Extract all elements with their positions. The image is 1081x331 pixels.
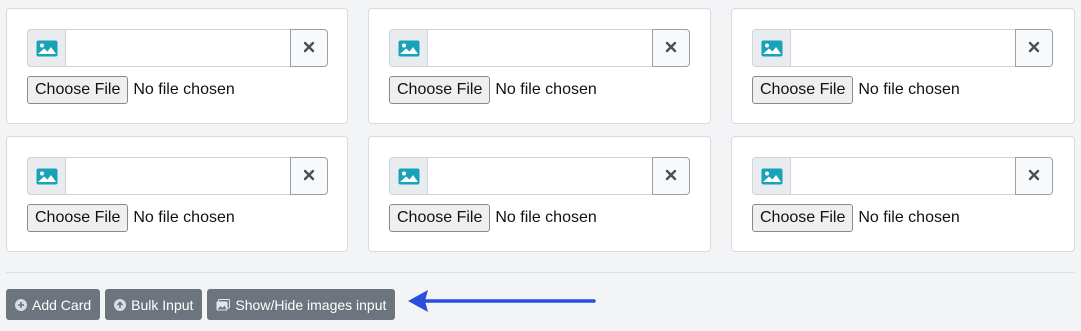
add-card-button[interactable]: Add Card — [6, 289, 101, 320]
add-card-label: Add Card — [32, 296, 92, 313]
arrow-left-icon — [408, 290, 596, 312]
file-input: Choose File No file chosen — [752, 204, 960, 232]
file-status-text: No file chosen — [858, 81, 960, 98]
image-card: Choose File No file chosen — [368, 8, 711, 124]
file-input: Choose File No file chosen — [752, 76, 960, 104]
show-hide-images-label: Show/Hide images input — [235, 296, 387, 313]
choose-file-button[interactable]: Choose File — [389, 76, 491, 104]
choose-file-button[interactable]: Choose File — [27, 76, 129, 104]
close-icon — [1028, 169, 1040, 184]
close-icon — [303, 169, 315, 184]
divider — [6, 272, 1075, 273]
image-url-input[interactable] — [790, 157, 1015, 195]
file-input: Choose File No file chosen — [27, 76, 235, 104]
card-grid: Choose File No file chosen Choose File N… — [6, 8, 1075, 252]
image-card: Choose File No file chosen — [6, 136, 348, 252]
image-url-group — [27, 29, 328, 67]
close-icon — [303, 41, 315, 56]
image-card: Choose File No file chosen — [368, 136, 711, 252]
file-status-text: No file chosen — [858, 209, 960, 226]
image-url-input[interactable] — [427, 157, 652, 195]
clear-button[interactable] — [1015, 29, 1053, 67]
image-url-group — [27, 157, 328, 195]
clear-button[interactable] — [290, 29, 328, 67]
bulk-input-button[interactable]: Bulk Input — [105, 289, 203, 320]
image-url-input[interactable] — [65, 157, 290, 195]
file-input: Choose File No file chosen — [389, 76, 597, 104]
image-icon — [389, 157, 427, 195]
file-status-text: No file chosen — [495, 209, 597, 226]
image-card: Choose File No file chosen — [731, 136, 1075, 252]
clear-button[interactable] — [290, 157, 328, 195]
image-card: Choose File No file chosen — [6, 8, 348, 124]
image-card: Choose File No file chosen — [731, 8, 1075, 124]
clear-button[interactable] — [1015, 157, 1053, 195]
images-icon — [216, 298, 231, 311]
image-icon — [752, 157, 790, 195]
file-status-text: No file chosen — [133, 81, 235, 98]
image-url-input[interactable] — [65, 29, 290, 67]
close-icon — [1028, 41, 1040, 56]
image-url-input[interactable] — [427, 29, 652, 67]
image-url-input[interactable] — [790, 29, 1015, 67]
choose-file-button[interactable]: Choose File — [389, 204, 491, 232]
image-url-group — [752, 29, 1053, 67]
image-url-group — [752, 157, 1053, 195]
image-url-group — [389, 29, 690, 67]
choose-file-button[interactable]: Choose File — [752, 76, 854, 104]
clear-button[interactable] — [652, 29, 690, 67]
close-icon — [665, 169, 677, 184]
image-icon — [27, 29, 65, 67]
show-hide-images-button[interactable]: Show/Hide images input — [207, 289, 396, 320]
plus-circle-icon — [15, 298, 27, 311]
file-input: Choose File No file chosen — [389, 204, 597, 232]
file-status-text: No file chosen — [495, 81, 597, 98]
upload-circle-icon — [114, 298, 127, 311]
bulk-input-label: Bulk Input — [131, 296, 194, 313]
image-icon — [389, 29, 427, 67]
clear-button[interactable] — [652, 157, 690, 195]
image-icon — [27, 157, 65, 195]
file-input: Choose File No file chosen — [27, 204, 235, 232]
file-status-text: No file chosen — [133, 209, 235, 226]
action-toolbar: Add Card Bulk Input Show/Hide images inp… — [6, 289, 396, 320]
image-url-group — [389, 157, 690, 195]
choose-file-button[interactable]: Choose File — [27, 204, 129, 232]
close-icon — [665, 41, 677, 56]
choose-file-button[interactable]: Choose File — [752, 204, 854, 232]
image-icon — [752, 29, 790, 67]
